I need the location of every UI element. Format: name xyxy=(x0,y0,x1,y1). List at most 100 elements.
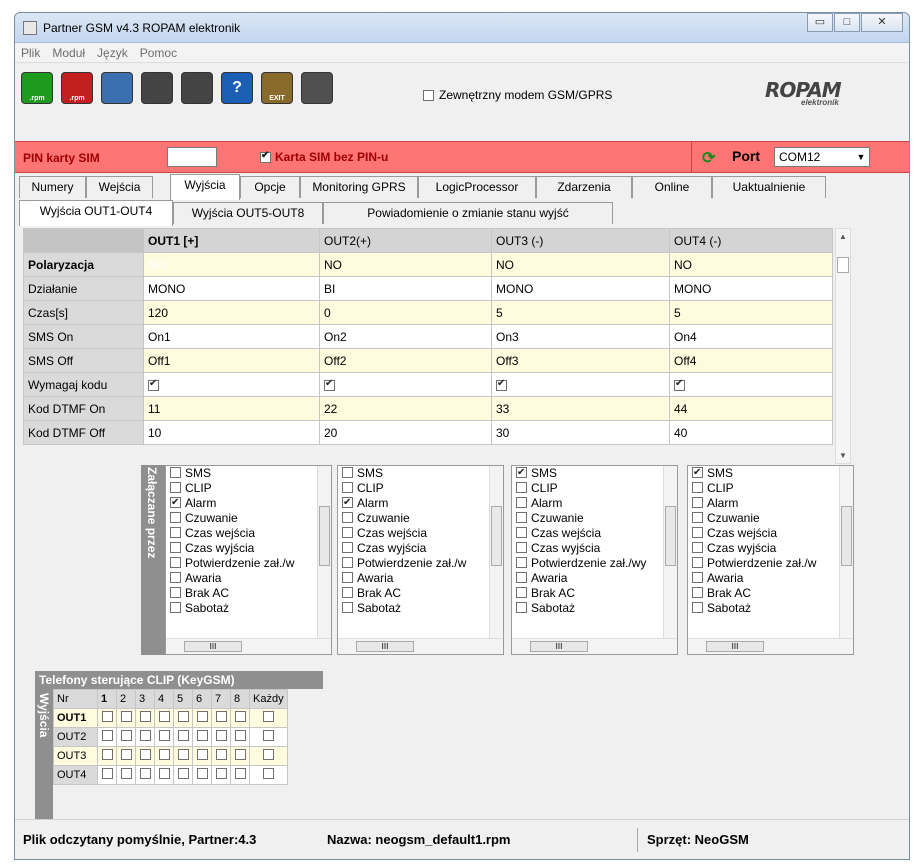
list-item[interactable]: Awaria xyxy=(166,571,331,586)
clip-cell[interactable] xyxy=(116,708,136,728)
grid-cell[interactable] xyxy=(669,372,833,397)
trigger-checkbox[interactable] xyxy=(170,587,181,598)
clip-cell[interactable] xyxy=(230,765,250,785)
clip-cell[interactable] xyxy=(211,746,231,766)
list-item[interactable]: Awaria xyxy=(338,571,503,586)
grid-cell[interactable]: MONO xyxy=(491,276,670,301)
clip-cell[interactable] xyxy=(173,708,193,728)
clip-cell[interactable] xyxy=(249,727,288,747)
clip-checkbox[interactable] xyxy=(139,768,151,779)
trigger-checkbox[interactable] xyxy=(170,495,181,510)
tab-logicprocessor[interactable]: LogicProcessor xyxy=(418,176,536,198)
clip-cell[interactable] xyxy=(97,708,117,728)
clip-cell[interactable] xyxy=(154,708,174,728)
list-item[interactable]: Czuwanie xyxy=(512,511,677,526)
upload-module-button[interactable] xyxy=(141,72,173,104)
column-header-out3[interactable]: OUT3 (-) xyxy=(491,228,670,253)
trigger-checkbox[interactable] xyxy=(692,602,703,613)
trigger-checkbox[interactable] xyxy=(342,557,353,568)
trigger-checkbox[interactable] xyxy=(342,542,353,553)
trigger-checkbox[interactable] xyxy=(342,512,353,523)
clip-cell[interactable] xyxy=(116,746,136,766)
list-item[interactable]: Sabotaż xyxy=(512,601,677,616)
grid-cell[interactable]: 44 xyxy=(669,396,833,421)
clip-checkbox[interactable] xyxy=(234,768,246,779)
trigger-checkbox[interactable] xyxy=(342,482,353,493)
clip-cell[interactable] xyxy=(249,708,288,728)
list-vertical-scrollbar[interactable] xyxy=(317,466,331,640)
list-item[interactable]: Sabotaż xyxy=(166,601,331,616)
clip-checkbox[interactable] xyxy=(234,730,246,741)
tab-monitoring-gprs[interactable]: Monitoring GPRS xyxy=(300,176,418,198)
tab-uaktualnienie[interactable]: Uaktualnienie xyxy=(712,176,826,198)
clip-cell[interactable] xyxy=(116,765,136,785)
trigger-checkbox[interactable] xyxy=(516,482,527,493)
scroll-thumb[interactable]: III xyxy=(356,641,414,652)
list-item[interactable]: Czas wejścia xyxy=(338,526,503,541)
grid-cell[interactable]: MONO xyxy=(669,276,833,301)
clip-checkbox[interactable] xyxy=(196,768,208,779)
clip-cell[interactable] xyxy=(116,727,136,747)
trigger-checkbox[interactable] xyxy=(692,527,703,538)
trigger-checkbox[interactable] xyxy=(692,542,703,553)
trigger-checkbox[interactable] xyxy=(692,466,703,480)
grid-cell[interactable]: 5 xyxy=(491,300,670,325)
column-header-out1[interactable]: OUT1 [+] xyxy=(143,228,320,253)
grid-cell[interactable]: On4 xyxy=(669,324,833,349)
list-item[interactable]: Potwierdzenie zał./w xyxy=(166,556,331,571)
clip-cell[interactable] xyxy=(192,746,212,766)
list-item[interactable]: Brak AC xyxy=(688,586,853,601)
scroll-thumb[interactable]: III xyxy=(184,641,242,652)
sim-no-pin-option[interactable]: Karta SIM bez PIN-u xyxy=(260,150,388,164)
grid-cell[interactable]: NO xyxy=(143,252,320,277)
trigger-checkbox[interactable] xyxy=(692,572,703,583)
grid-cell[interactable]: Off4 xyxy=(669,348,833,373)
tab-wejscia[interactable]: Wejścia xyxy=(86,176,153,198)
grid-cell[interactable]: NO xyxy=(319,252,492,277)
list-item[interactable]: Alarm xyxy=(512,496,677,511)
trigger-checkbox[interactable] xyxy=(170,482,181,493)
clip-checkbox[interactable] xyxy=(139,749,151,760)
require-code-checkbox[interactable] xyxy=(324,378,335,391)
trigger-checkbox[interactable] xyxy=(516,557,527,568)
read-module-button[interactable] xyxy=(101,72,133,104)
clip-checkbox[interactable] xyxy=(158,711,170,722)
require-code-checkbox[interactable] xyxy=(674,378,685,391)
list-item[interactable]: Sabotaż xyxy=(338,601,503,616)
subtab-out1-out4[interactable]: Wyjścia OUT1-OUT4 xyxy=(19,200,173,226)
menu-modul[interactable]: Moduł xyxy=(46,43,91,60)
external-modem-option[interactable]: Zewnętrzny modem GSM/GPRS xyxy=(423,88,612,102)
clip-checkbox[interactable] xyxy=(196,711,208,722)
clip-cell[interactable] xyxy=(154,765,174,785)
grid-cell[interactable]: On2 xyxy=(319,324,492,349)
list-item[interactable]: Alarm xyxy=(338,495,503,511)
grid-cell[interactable]: 120 xyxy=(143,300,320,325)
scroll-thumb[interactable] xyxy=(841,506,852,566)
trigger-checkbox[interactable] xyxy=(342,602,353,613)
sim-pin-input[interactable] xyxy=(167,147,217,167)
trigger-checkbox[interactable] xyxy=(692,557,703,568)
clip-checkbox[interactable] xyxy=(177,711,189,722)
save-rpm-button[interactable]: .rpm xyxy=(61,72,93,104)
clip-checkbox[interactable] xyxy=(215,711,227,722)
list-item[interactable]: CLIP xyxy=(512,481,677,496)
list-item[interactable]: CLIP xyxy=(338,481,503,496)
minimize-button[interactable]: ▭ xyxy=(807,13,833,32)
clip-checkbox[interactable] xyxy=(120,730,132,741)
trigger-checkbox[interactable] xyxy=(342,572,353,583)
clip-cell[interactable] xyxy=(211,727,231,747)
list-item[interactable]: Brak AC xyxy=(512,586,677,601)
list-item[interactable]: Potwierdzenie zał./w xyxy=(688,556,853,571)
trigger-checkbox[interactable] xyxy=(342,587,353,598)
clip-checkbox[interactable] xyxy=(262,749,274,760)
list-item[interactable]: Alarm xyxy=(166,495,331,511)
list-item[interactable]: Czas wyjścia xyxy=(512,541,677,556)
clip-cell[interactable] xyxy=(230,727,250,747)
menu-plik[interactable]: Plik xyxy=(15,43,46,60)
trigger-checkbox[interactable] xyxy=(170,542,181,553)
scroll-down-icon[interactable]: ▼ xyxy=(836,451,850,460)
trigger-checkbox[interactable] xyxy=(516,602,527,613)
list-item[interactable]: Potwierdzenie zał./w xyxy=(338,556,503,571)
scroll-up-icon[interactable]: ▲ xyxy=(836,232,850,241)
list-vertical-scrollbar[interactable] xyxy=(489,466,503,640)
